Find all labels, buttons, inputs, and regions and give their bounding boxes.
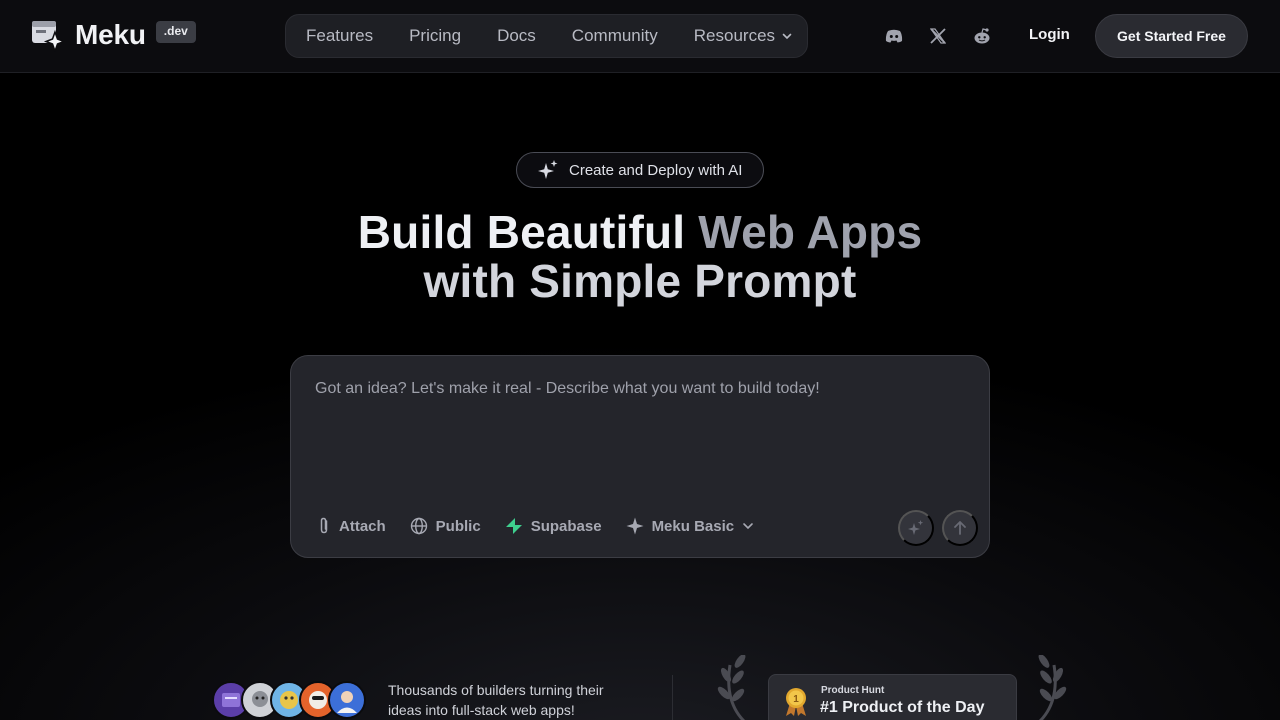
prompt-toolbar: Attach Public Supabase Meku Basic [317,517,786,535]
supabase-button[interactable]: Supabase [505,517,602,535]
brand-name: Meku [75,19,146,50]
nav-link-community[interactable]: Community [572,26,658,46]
builder-avatars [212,681,366,720]
supabase-label: Supabase [530,517,602,535]
model-select[interactable]: Meku Basic [626,517,763,535]
globe-icon [410,517,427,535]
product-hunt-title: #1 Product of the Day [820,699,985,716]
prompt-box: Attach Public Supabase Meku Basic [290,355,990,558]
get-started-button[interactable]: Get Started Free [1095,14,1248,58]
headline-part-1: Build Beautiful [357,206,686,258]
nav-link-resources[interactable]: Resources [694,26,792,46]
brand-logo-link[interactable]: Meku .dev [31,18,196,54]
discord-icon[interactable] [882,24,906,48]
attach-label: Attach [339,517,386,535]
medal-icon: 1 [786,688,806,716]
product-hunt-label: Product Hunt [821,685,885,696]
visibility-label: Public [435,517,481,535]
prompt-input[interactable] [315,380,965,480]
headline-part-2: Web Apps [698,206,923,258]
divider [672,675,673,720]
hero-chip[interactable]: Create and Deploy with AI [516,152,764,188]
brand-badge: .dev [155,21,196,43]
sparkle-icon [626,517,644,535]
sparkles-icon [538,160,558,179]
headline-part-3: with Simple Prompt [423,255,857,307]
enhance-prompt-button[interactable] [898,510,934,546]
chevron-down-icon [743,523,753,530]
meku-logo-icon [31,18,67,54]
attach-button[interactable]: Attach [317,517,386,535]
model-label: Meku Basic [651,517,735,535]
hero-chip-label: Create and Deploy with AI [569,161,743,179]
login-link[interactable]: Login [1029,26,1070,43]
arrow-up-icon [954,521,966,535]
main-nav: Features Pricing Docs Community Resource… [285,14,808,58]
product-hunt-badge[interactable]: 1 Product Hunt #1 Product of the Day [768,674,1017,720]
laurel-left-icon [717,655,746,720]
medal-rank: 1 [793,694,799,705]
nav-link-pricing[interactable]: Pricing [409,26,461,46]
nav-link-resources-label: Resources [693,26,776,45]
top-nav: Meku .dev Features Pricing Docs Communit… [0,0,1280,73]
visibility-button[interactable]: Public [410,517,481,535]
avatar [328,681,366,719]
x-icon[interactable] [926,24,950,48]
nav-link-docs[interactable]: Docs [497,26,536,46]
nav-link-features[interactable]: Features [306,26,373,46]
reddit-icon[interactable] [970,24,994,48]
sparkles-icon [908,520,924,535]
social-proof-text: Thousands of builders turning their idea… [388,682,604,718]
supabase-icon [505,518,522,534]
paperclip-icon [320,517,328,534]
submit-prompt-button[interactable] [942,510,978,546]
hero-headline: Build Beautiful Web Apps with Simple Pro… [0,208,1280,306]
chevron-down-icon [782,33,792,40]
laurel-right-icon [1038,655,1067,720]
